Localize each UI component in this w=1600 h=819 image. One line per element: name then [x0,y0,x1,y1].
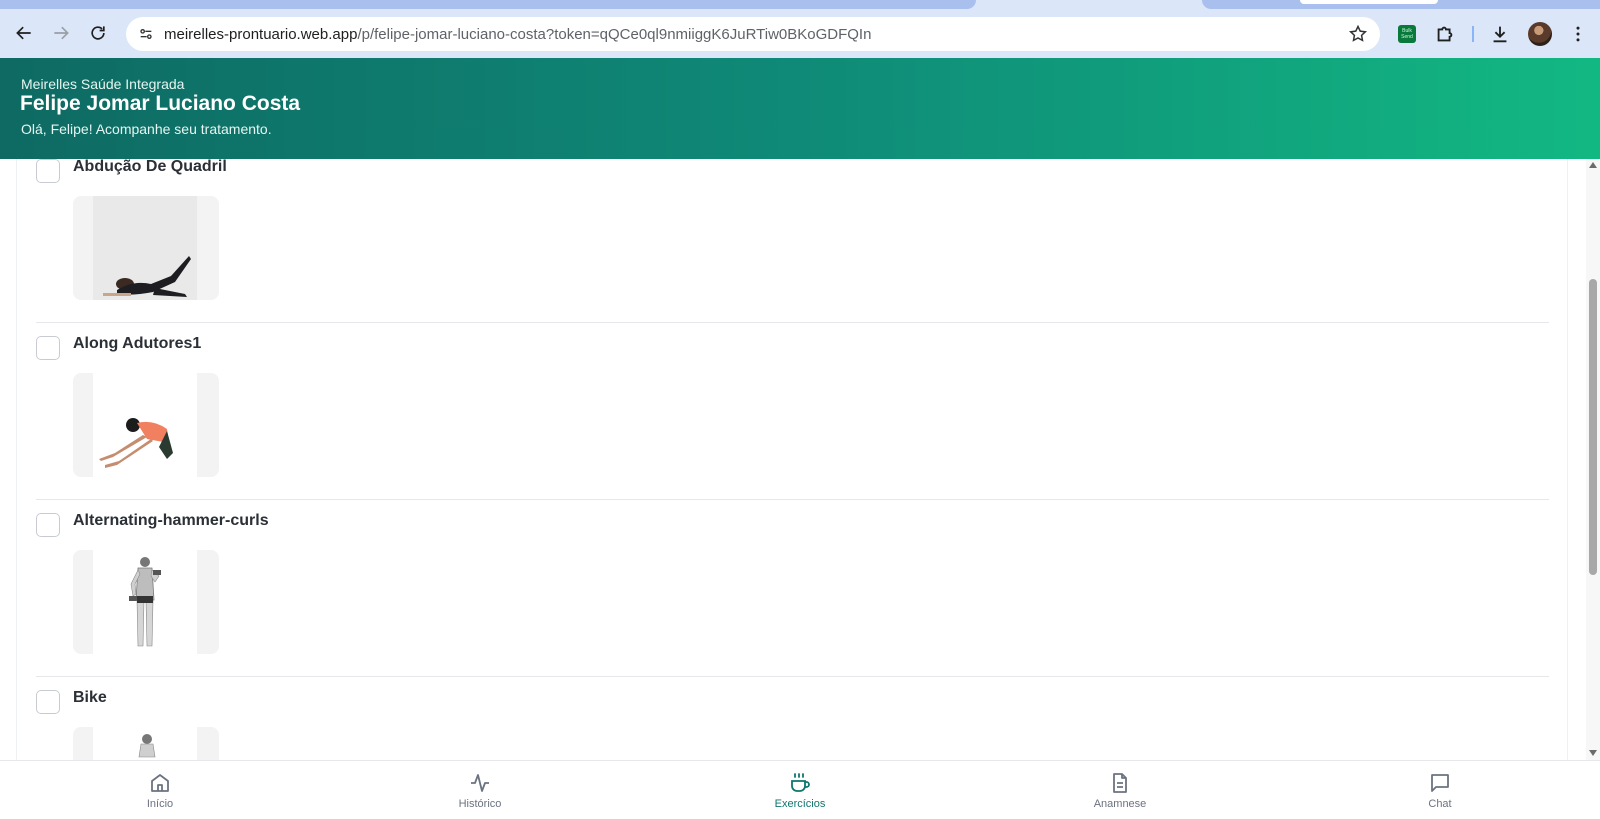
greeting-text: Olá, Felipe! Acompanhe seu tratamento. [21,121,272,137]
exercise-item: Abdução De Quadril [36,159,1549,323]
download-icon[interactable] [1489,23,1511,45]
scroll-down-icon[interactable] [1589,750,1597,756]
nav-label: Anamnese [1093,798,1147,810]
app-header: Meirelles Saúde Integrada Felipe Jomar L… [0,58,1600,159]
exercise-checkbox[interactable] [36,159,60,183]
exercise-checkbox[interactable] [36,690,60,714]
exercise-checkbox[interactable] [36,513,60,537]
nav-label: Exercícios [774,798,826,810]
nav-item-historico[interactable]: Histórico [420,761,540,819]
exercise-item: Along Adutores1 [36,323,1549,500]
home-icon [151,774,169,792]
forward-icon[interactable] [47,19,75,47]
back-icon[interactable] [10,19,38,47]
exercise-title: Along Adutores1 [73,335,202,352]
puzzle-icon[interactable] [1434,23,1456,45]
exercise-title: Alternating-hammer-curls [73,512,269,529]
bottom-navigation: Início Histórico Exercícios Anamnese Cha… [0,760,1600,818]
exercise-image[interactable] [73,727,219,760]
nav-item-chat[interactable]: Chat [1380,761,1500,819]
nav-item-inicio[interactable]: Início [100,761,220,819]
exercise-image[interactable] [73,550,219,654]
exercise-item: Alternating-hammer-curls [36,500,1549,677]
exercise-item: Bike [36,677,1549,760]
exercise-title: Abdução De Quadril [73,159,227,175]
activity-icon [471,774,489,792]
browser-tab[interactable] [0,0,976,9]
chat-icon [1431,774,1449,792]
extension-icon[interactable]: Bulk Send [1398,25,1416,43]
browser-chrome: meirelles-prontuario.web.app/p/felipe-jo… [0,0,1600,58]
exercise-checkbox[interactable] [36,336,60,360]
nav-label: Início [146,798,174,810]
scrollbar-thumb[interactable] [1589,279,1597,575]
nav-item-exercicios[interactable]: Exercícios [740,761,860,819]
scroll-up-icon[interactable] [1589,162,1597,168]
toolbar-separator [1472,26,1474,42]
avatar[interactable] [1528,22,1552,46]
address-bar[interactable]: meirelles-prontuario.web.app/p/felipe-jo… [126,17,1380,51]
exercise-image[interactable] [73,196,219,300]
clinic-name: Meirelles Saúde Integrada [21,76,185,92]
document-icon [1113,773,1127,793]
exercise-title: Bike [73,689,107,706]
browser-toolbar: meirelles-prontuario.web.app/p/felipe-jo… [0,9,1600,58]
nav-label: Chat [1428,798,1452,810]
url-text[interactable]: meirelles-prontuario.web.app/p/felipe-jo… [164,26,871,43]
active-tab-indicator [1300,0,1438,4]
kebab-icon[interactable] [1568,23,1588,45]
reload-icon[interactable] [84,19,112,47]
tab-strip [0,0,1600,9]
star-icon[interactable] [1348,24,1368,44]
nav-label: Histórico [458,798,502,810]
site-info-icon[interactable] [136,24,156,44]
patient-name: Felipe Jomar Luciano Costa [20,92,301,115]
scrollbar[interactable] [1586,159,1600,760]
exercise-image[interactable] [73,373,219,477]
nav-item-anamnese[interactable]: Anamnese [1060,761,1180,819]
exercise-list[interactable]: Abdução De Quadril Along Adutores1 Alter… [16,159,1568,760]
coffee-icon [791,773,810,792]
